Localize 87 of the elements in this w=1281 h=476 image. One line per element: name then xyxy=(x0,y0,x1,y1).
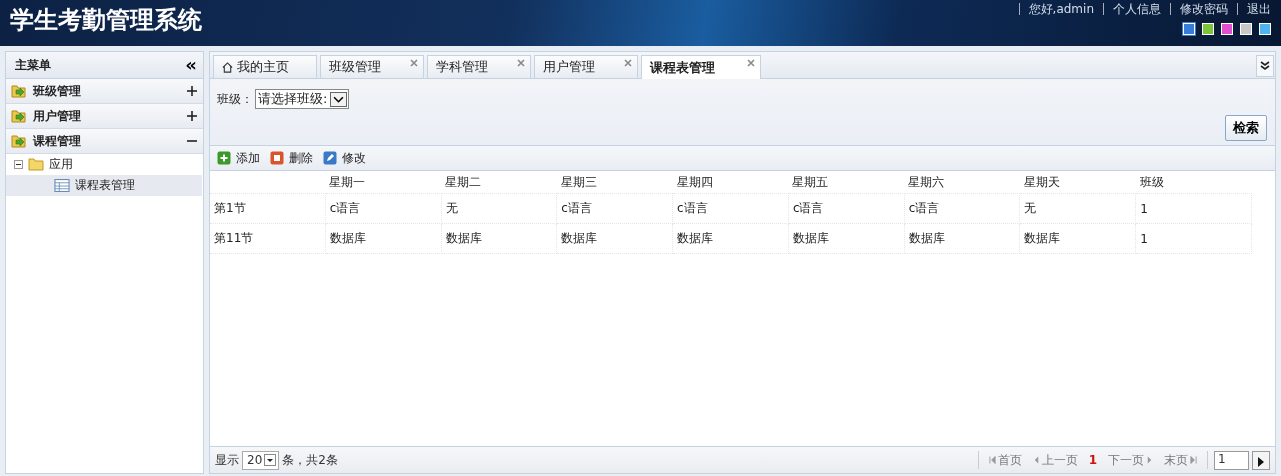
folder-arrow-icon xyxy=(11,84,27,98)
table-cell: 数据库 xyxy=(325,223,442,254)
menu-section[interactable]: 课程管理 xyxy=(6,129,203,154)
tree-item[interactable]: 课程表管理 xyxy=(6,175,202,196)
table-cell: 数据库 xyxy=(556,223,673,254)
record-count: 条，共2条 xyxy=(282,451,338,469)
theme-swatch[interactable] xyxy=(1259,23,1271,35)
column-header: 星期五 xyxy=(792,174,829,189)
table-cell: c语言 xyxy=(788,193,905,224)
table-cell: 1 xyxy=(1135,223,1252,254)
column-header: 星期四 xyxy=(676,174,713,189)
last-page-link[interactable]: 末页 xyxy=(1164,451,1197,469)
table-cell: 数据库 xyxy=(672,223,789,254)
close-icon[interactable] xyxy=(410,59,418,67)
close-icon[interactable] xyxy=(747,59,755,67)
table-cell: 数据库 xyxy=(1019,223,1136,254)
theme-swatch[interactable] xyxy=(1240,23,1252,35)
column-header: 星期天 xyxy=(1023,174,1060,189)
sidebar-title: 主菜单 xyxy=(15,56,51,74)
table-cell: 数据库 xyxy=(788,223,905,254)
go-button[interactable] xyxy=(1252,450,1270,470)
close-icon[interactable] xyxy=(517,59,525,67)
theme-swatch[interactable] xyxy=(1202,23,1214,35)
table-cell: c语言 xyxy=(672,193,789,224)
table-cell: c语言 xyxy=(556,193,673,224)
close-icon[interactable] xyxy=(624,59,632,67)
table-cell: 数据库 xyxy=(441,223,557,254)
folder-arrow-icon xyxy=(11,109,27,123)
page-input[interactable]: 1 xyxy=(1214,450,1249,470)
table-cell: 无 xyxy=(1019,193,1136,224)
header-link[interactable]: 个人信息 xyxy=(1103,3,1161,15)
table-cell: c语言 xyxy=(904,193,1020,224)
tab[interactable]: 用户管理 xyxy=(534,55,638,78)
column-header: 星期三 xyxy=(560,174,597,189)
column-header: 班级 xyxy=(1139,174,1164,189)
last-page-icon xyxy=(1190,455,1197,465)
home-icon xyxy=(222,61,233,73)
class-select[interactable]: 请选择班级: xyxy=(255,89,350,109)
tab[interactable]: 课程表管理 xyxy=(641,55,761,79)
search-button[interactable]: 检索 xyxy=(1225,115,1267,141)
table-cell: 第1节 xyxy=(210,193,326,224)
toolbar-button[interactable]: 删除 xyxy=(270,149,313,167)
menu-section[interactable]: 用户管理 xyxy=(6,104,203,129)
toolbar-button[interactable]: 修改 xyxy=(323,149,366,167)
folder-arrow-icon xyxy=(11,134,27,148)
app-title: 学生考勤管理系统 xyxy=(10,5,202,36)
add-icon xyxy=(217,151,231,165)
tab-scroll-button[interactable] xyxy=(1256,55,1274,77)
current-page: 1 xyxy=(1088,453,1097,467)
header-link[interactable]: 退出 xyxy=(1237,3,1271,15)
tab[interactable]: 我的主页 xyxy=(213,55,317,78)
next-page-icon xyxy=(1146,455,1153,465)
column-header: 星期六 xyxy=(908,174,945,189)
plus-icon xyxy=(187,111,197,121)
column-header: 星期二 xyxy=(445,174,482,189)
first-page-link[interactable]: 首页 xyxy=(988,451,1022,469)
table-icon xyxy=(54,179,70,192)
header-link[interactable]: 您好,admin xyxy=(1018,3,1094,15)
toolbar-button[interactable]: 添加 xyxy=(217,149,260,167)
play-icon xyxy=(1257,456,1265,467)
filter-label: 班级： xyxy=(217,90,253,108)
tree-item[interactable]: 应用 xyxy=(49,156,73,173)
table-cell: c语言 xyxy=(325,193,442,224)
plus-icon xyxy=(187,86,197,96)
collapse-toggle-icon[interactable] xyxy=(14,160,23,169)
table-cell: 无 xyxy=(441,193,557,224)
menu-section[interactable]: 班级管理 xyxy=(6,79,203,104)
table-cell: 1 xyxy=(1135,193,1252,224)
folder-icon xyxy=(28,158,44,171)
header-link[interactable]: 修改密码 xyxy=(1170,3,1228,15)
collapse-button[interactable]: « xyxy=(185,56,197,74)
prev-page-icon xyxy=(1032,455,1040,465)
edit-icon xyxy=(323,151,337,165)
double-chevron-icon xyxy=(1260,61,1270,71)
delete-icon xyxy=(270,151,284,165)
column-header: 星期一 xyxy=(329,174,366,189)
tab[interactable]: 学科管理 xyxy=(427,55,531,78)
table-cell: 数据库 xyxy=(904,223,1020,254)
theme-swatch[interactable] xyxy=(1183,23,1195,35)
first-page-icon xyxy=(988,455,996,465)
theme-swatch[interactable] xyxy=(1221,23,1233,35)
tab[interactable]: 班级管理 xyxy=(320,55,424,78)
pager-label: 显示 xyxy=(215,451,239,469)
page-size-select[interactable]: 20 xyxy=(242,450,280,470)
prev-page-link[interactable]: 上一页 xyxy=(1032,451,1078,469)
next-page-link[interactable]: 下一页 xyxy=(1108,451,1153,469)
table-cell: 第11节 xyxy=(210,223,326,254)
